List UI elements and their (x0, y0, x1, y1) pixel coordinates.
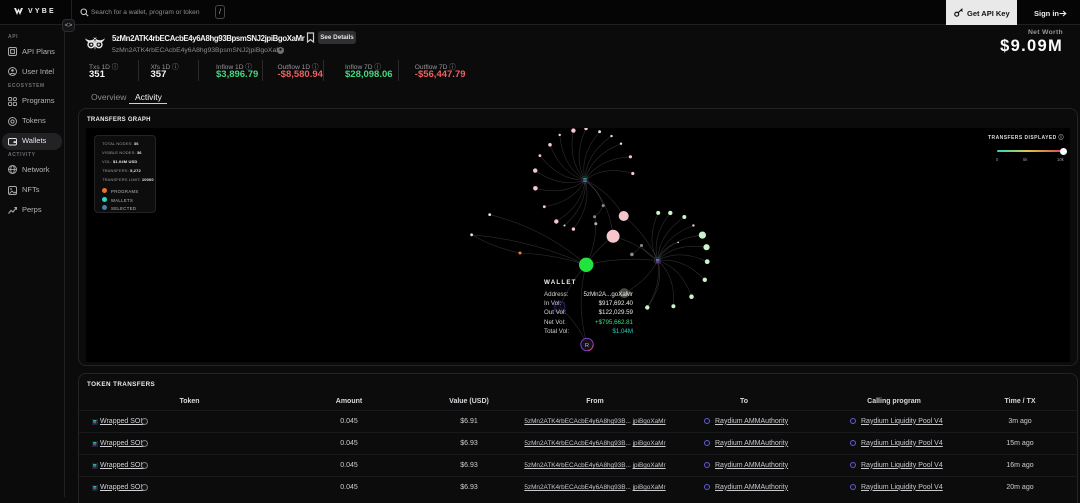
svg-text:R: R (585, 343, 589, 349)
